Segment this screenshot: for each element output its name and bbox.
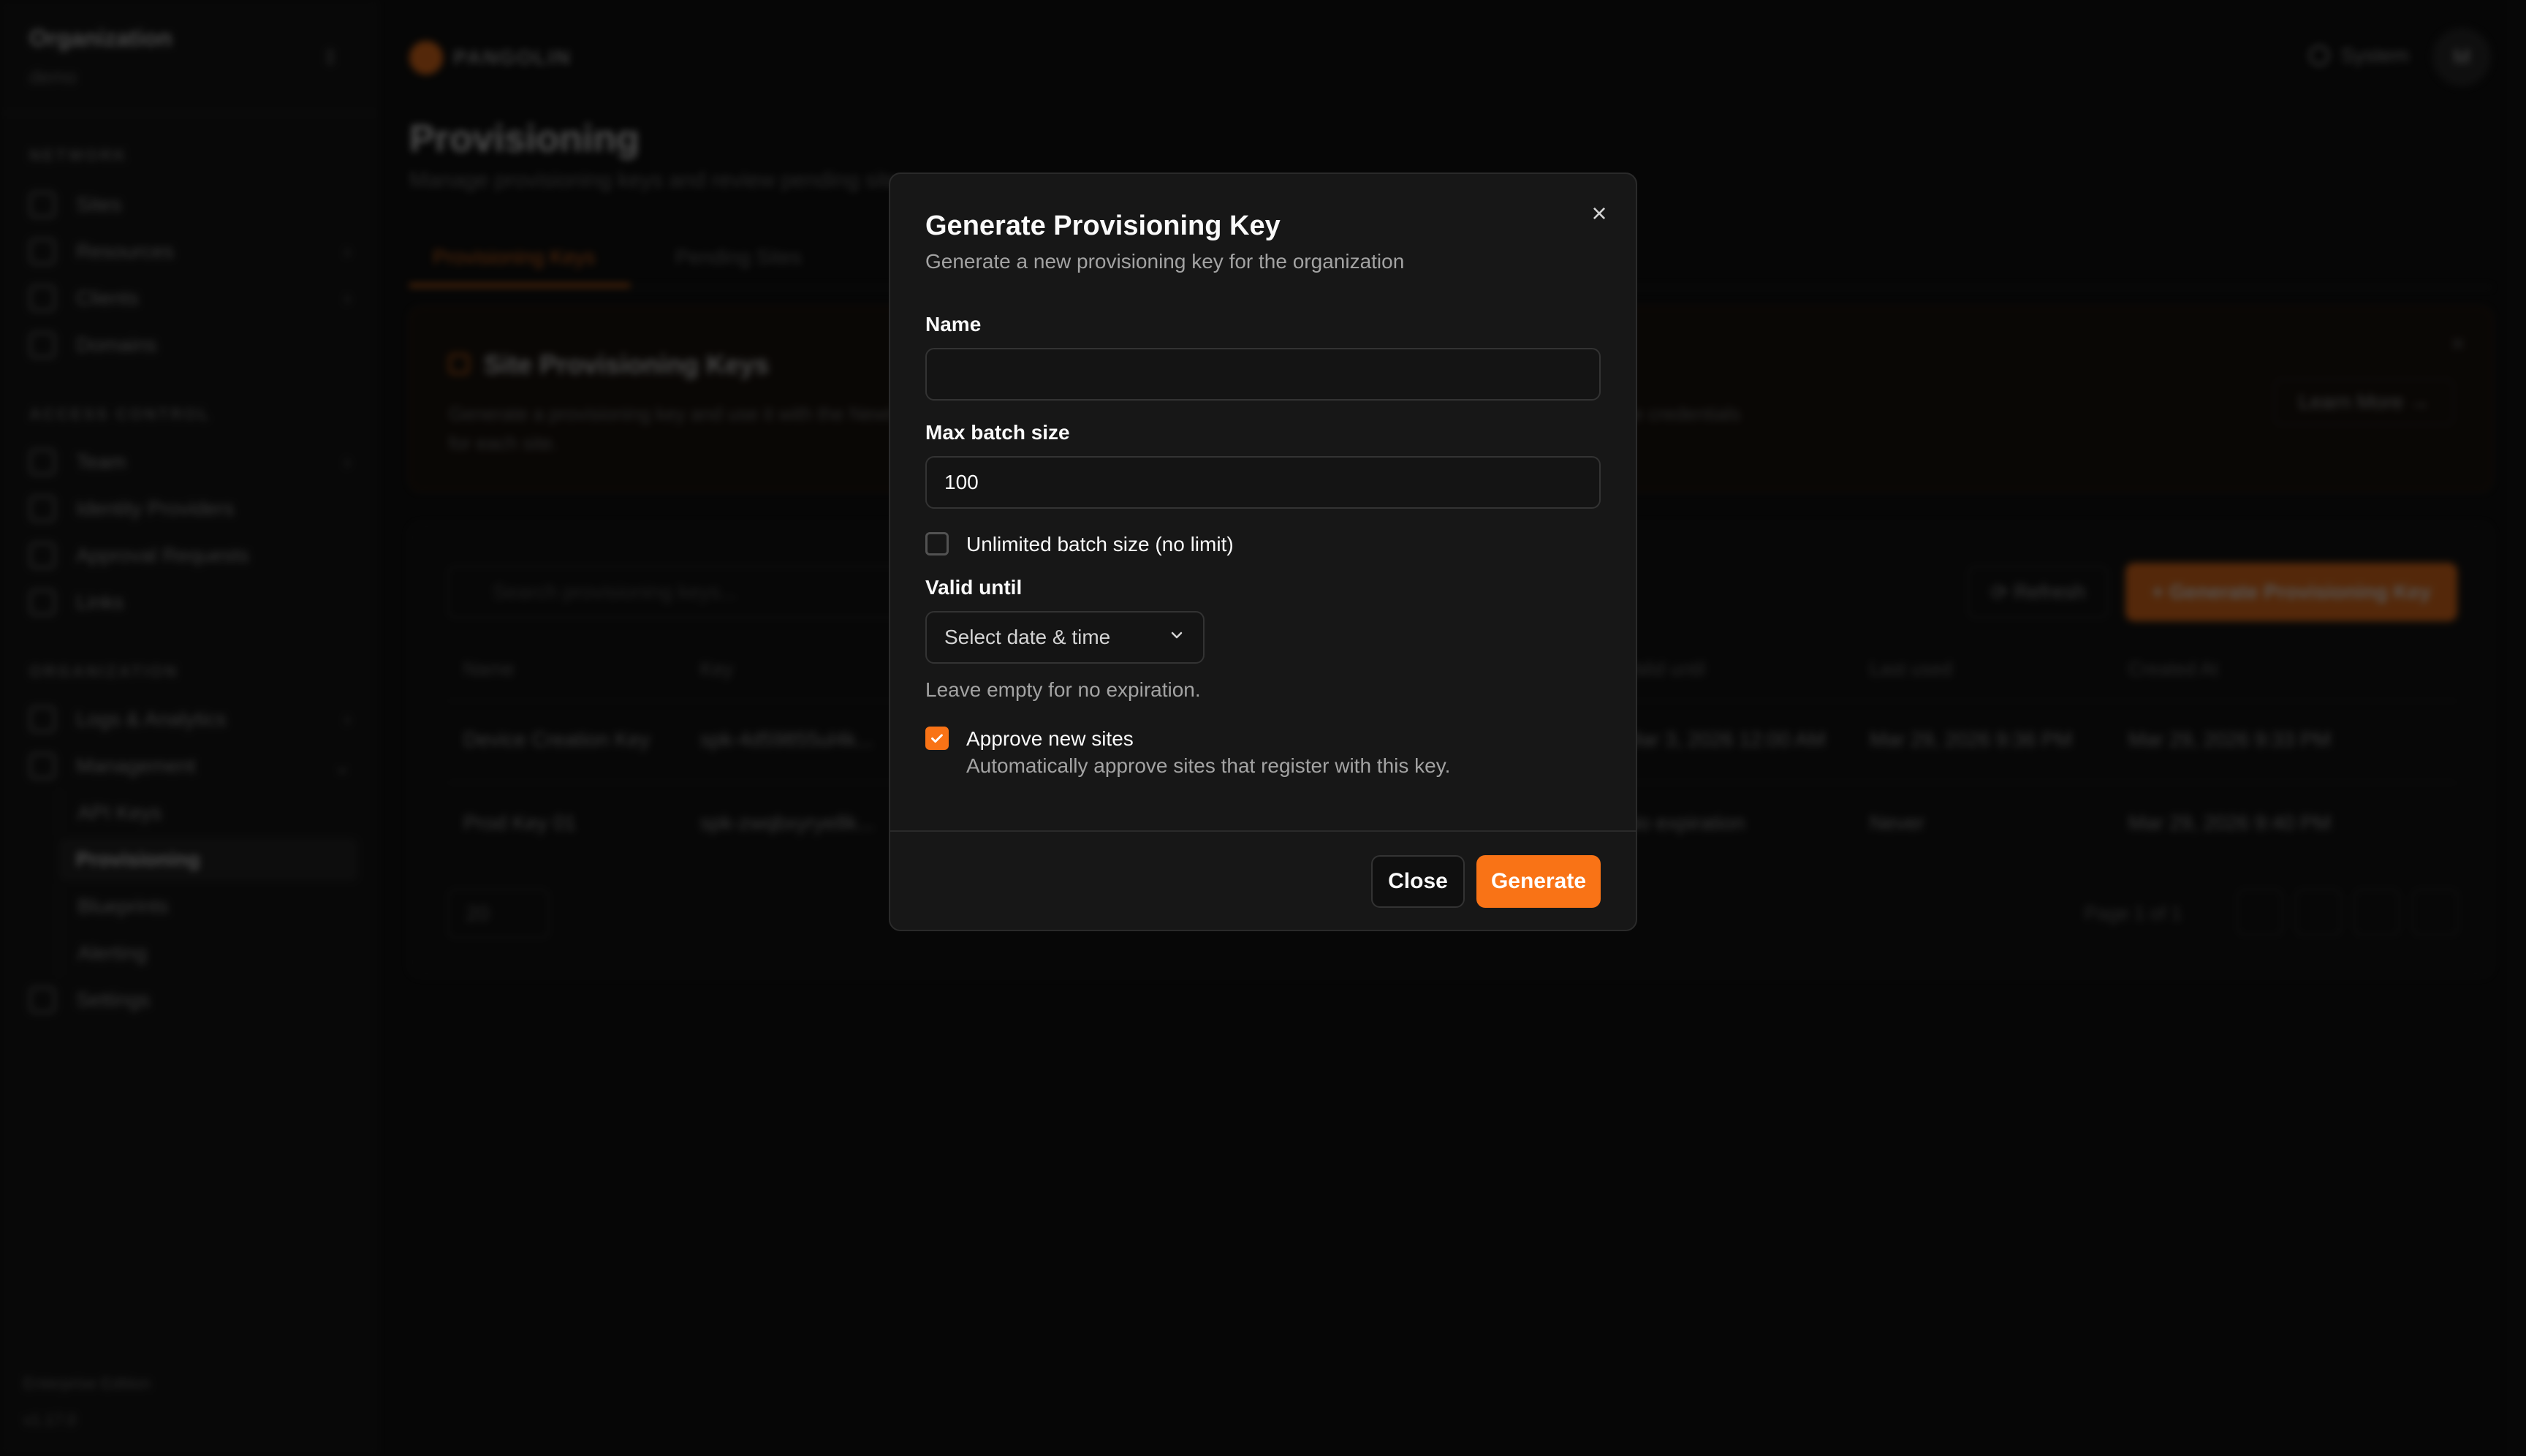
chevron-down-icon [1168,626,1186,649]
name-label: Name [925,313,982,335]
name-input[interactable] [925,348,1601,401]
approve-sites-label: Approve new sites [966,727,1134,750]
approve-sites-help: Automatically approve sites that registe… [966,754,1451,777]
generate-button[interactable]: Generate [1476,855,1601,908]
unlimited-batch-label: Unlimited batch size (no limit) [966,533,1234,556]
max-batch-label: Max batch size [925,421,1070,444]
unlimited-batch-row[interactable]: Unlimited batch size (no limit) [925,532,1234,557]
valid-until-help: Leave empty for no expiration. [925,678,1201,701]
dialog-footer-divider [890,830,1636,832]
valid-until-label: Valid until [925,576,1023,599]
close-icon[interactable]: × [1585,199,1614,228]
unlimited-batch-checkbox[interactable] [925,532,949,556]
max-batch-input[interactable] [925,456,1601,509]
valid-until-placeholder: Select date & time [944,626,1111,648]
approve-sites-row[interactable]: Approve new sites Automatically approve … [925,727,1450,781]
dialog-title: Generate Provisioning Key [925,211,1281,241]
check-icon [931,734,943,743]
valid-until-picker[interactable]: Select date & time [925,611,1205,664]
dialog-description: Generate a new provisioning key for the … [925,250,1405,273]
close-button[interactable]: Close [1371,855,1465,908]
approve-sites-checkbox[interactable] [925,727,949,750]
generate-key-dialog: × Generate Provisioning Key Generate a n… [889,172,1637,931]
